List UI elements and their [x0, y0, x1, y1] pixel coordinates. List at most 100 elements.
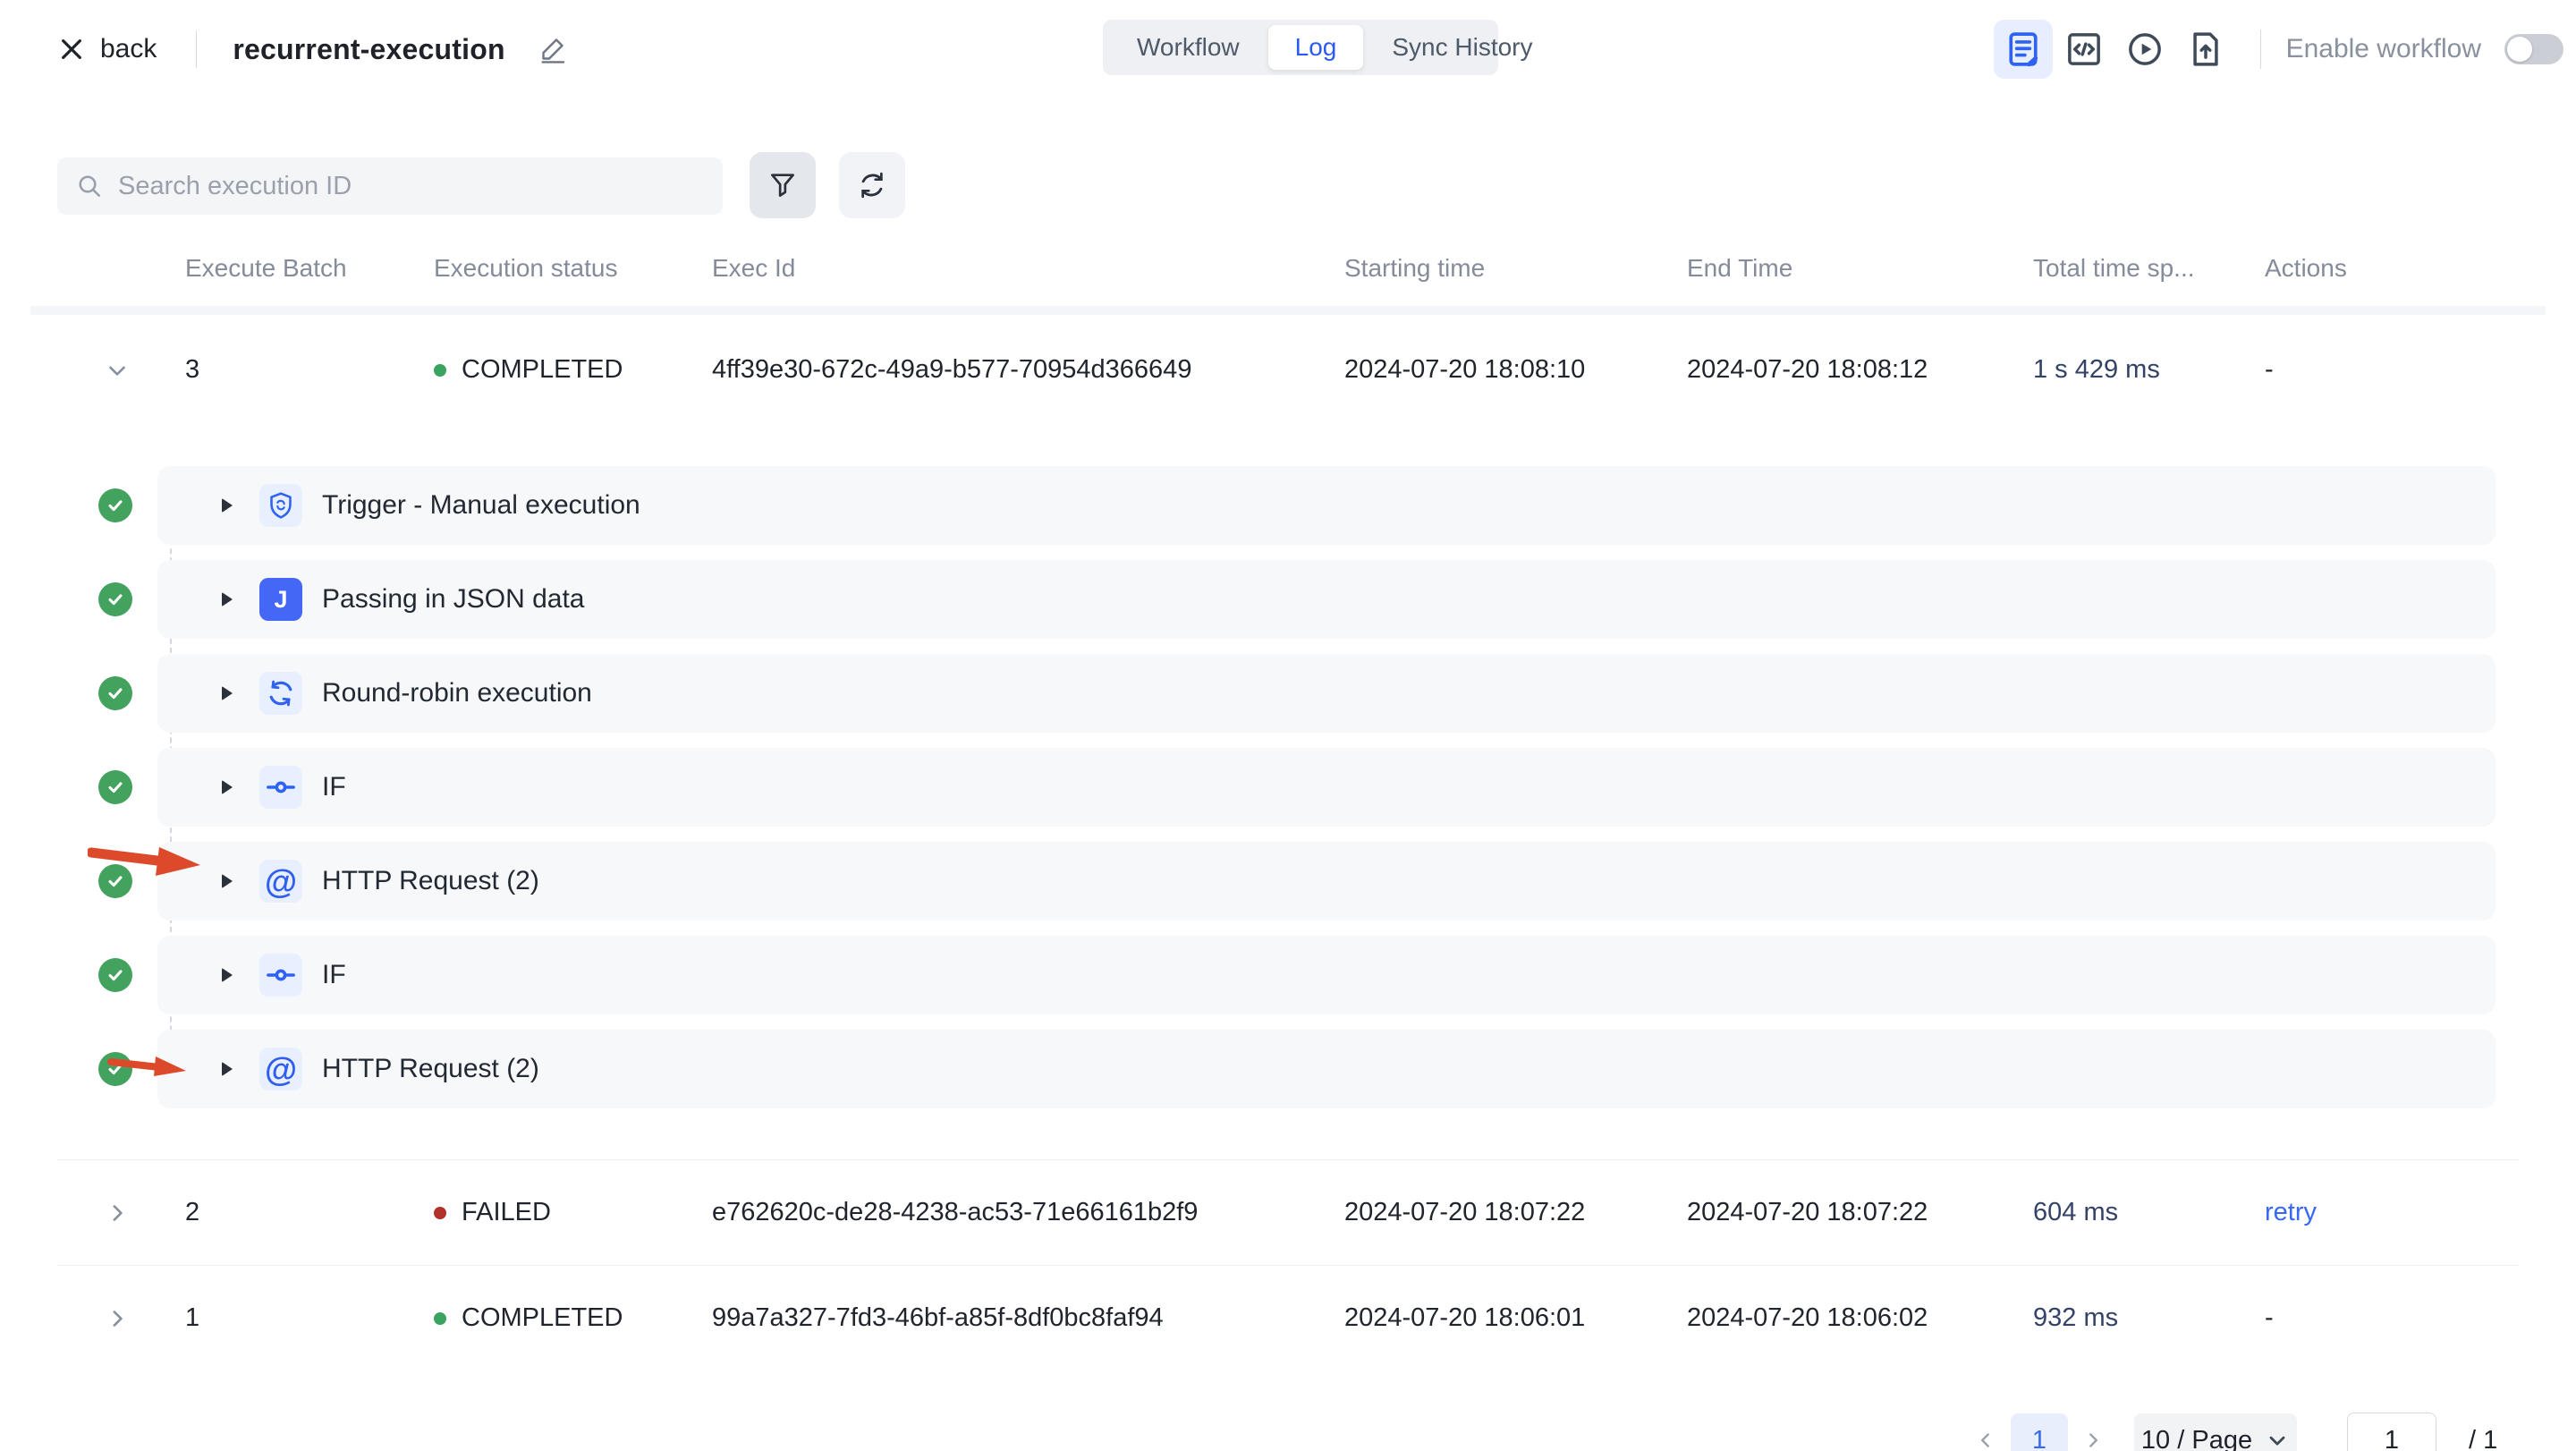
step-success-check — [98, 488, 132, 522]
caret-right-icon[interactable] — [222, 498, 233, 513]
row-action: - — [2265, 355, 2519, 385]
workflow-log-page: back recurrent-execution Workflow Log Sy… — [0, 0, 2576, 1451]
page-size-select[interactable]: 10 / Page — [2134, 1413, 2297, 1451]
code-icon — [2064, 30, 2104, 69]
check-icon — [106, 496, 125, 515]
filter-funnel-icon — [767, 170, 798, 200]
toggle-knob — [2507, 37, 2532, 62]
enable-workflow-toggle[interactable] — [2504, 34, 2563, 64]
run-button[interactable] — [2115, 20, 2174, 79]
shield-trigger-icon — [259, 484, 302, 527]
step-success-check — [98, 676, 132, 710]
divider — [2260, 30, 2261, 69]
chevron-right-icon[interactable] — [104, 1200, 131, 1226]
filter-button[interactable] — [750, 152, 816, 218]
tab-log[interactable]: Log — [1268, 25, 1364, 70]
rename-button[interactable] — [538, 34, 568, 64]
export-file-icon — [2186, 30, 2225, 69]
log-panel-button[interactable] — [1994, 20, 2053, 79]
caret-right-icon[interactable] — [222, 968, 233, 982]
step-row-round-robin[interactable]: Round-robin execution — [157, 654, 2496, 733]
refresh-icon — [856, 169, 888, 201]
total-pages-label: / 1 — [2469, 1426, 2497, 1451]
page-number-1[interactable]: 1 — [2011, 1413, 2068, 1451]
step-success-check — [98, 770, 132, 804]
status-dot-completed — [434, 364, 446, 377]
step-label: IF — [322, 772, 346, 802]
enable-workflow-label: Enable workflow — [2286, 34, 2481, 64]
check-icon — [106, 590, 125, 609]
annotation-arrow — [107, 1048, 190, 1083]
caret-right-icon[interactable] — [222, 686, 233, 700]
tab-workflow[interactable]: Workflow — [1108, 25, 1268, 70]
top-bar: back recurrent-execution Workflow Log Sy… — [0, 0, 2576, 98]
exec-id: 4ff39e30-672c-49a9-b577-70954d366649 — [712, 355, 1344, 385]
export-button[interactable] — [2176, 20, 2235, 79]
step-label: HTTP Request (2) — [322, 866, 539, 896]
status-dot-completed — [434, 1312, 446, 1325]
col-end-time: End Time — [1687, 254, 2033, 283]
annotation-arrow — [88, 836, 204, 888]
step-label: Round-robin execution — [322, 678, 592, 709]
divider — [196, 30, 197, 68]
next-page-button[interactable] — [2075, 1429, 2111, 1451]
refresh-button[interactable] — [839, 152, 905, 218]
end-time: 2024-07-20 18:08:12 — [1687, 355, 2033, 385]
back-button[interactable]: back — [57, 34, 157, 64]
step-row-http-request[interactable]: @ HTTP Request (2) — [157, 1030, 2496, 1108]
caret-right-icon[interactable] — [222, 780, 233, 794]
starting-time: 2024-07-20 18:08:10 — [1344, 355, 1687, 385]
step-success-check — [98, 958, 132, 992]
check-icon — [106, 965, 125, 985]
step-label: Trigger - Manual execution — [322, 490, 640, 521]
col-execution-status: Execution status — [434, 254, 712, 283]
caret-right-icon[interactable] — [222, 874, 233, 888]
code-view-button[interactable] — [2055, 20, 2114, 79]
check-icon — [106, 683, 125, 703]
chevron-right-icon[interactable] — [104, 1305, 131, 1332]
col-exec-id: Exec Id — [712, 254, 1344, 283]
http-request-icon: @ — [259, 860, 302, 903]
step-label: IF — [322, 960, 346, 990]
end-time: 2024-07-20 18:07:22 — [1687, 1198, 2033, 1227]
table-row[interactable]: 2 FAILED e762620c-de28-4238-ac53-71e6616… — [57, 1159, 2519, 1265]
header-separator — [30, 306, 2546, 315]
step-success-check — [98, 582, 132, 616]
tab-sync-history[interactable]: Sync History — [1363, 25, 1561, 70]
status-dot-failed — [434, 1207, 446, 1219]
col-total-time: Total time sp... — [2033, 254, 2265, 283]
end-time: 2024-07-20 18:06:02 — [1687, 1303, 2033, 1333]
page-title: recurrent-execution — [233, 33, 504, 66]
step-row-json[interactable]: J Passing in JSON data — [157, 560, 2496, 639]
edit-pencil-icon — [538, 34, 568, 64]
retry-link[interactable]: retry — [2265, 1198, 2317, 1226]
col-execute-batch: Execute Batch — [185, 254, 434, 283]
status-label: COMPLETED — [462, 355, 623, 385]
status-label: COMPLETED — [462, 1303, 623, 1333]
caret-right-icon[interactable] — [222, 592, 233, 607]
http-request-icon: @ — [259, 1048, 302, 1090]
search-input[interactable] — [118, 172, 691, 201]
table-row[interactable]: 1 COMPLETED 99a7a327-7fd3-46bf-a85f-8df0… — [57, 1265, 2519, 1370]
status-label: FAILED — [462, 1198, 551, 1227]
caret-right-icon[interactable] — [222, 1062, 233, 1076]
step-row-if[interactable]: IF — [157, 936, 2496, 1014]
prev-page-button[interactable] — [1968, 1429, 2004, 1451]
step-row-if[interactable]: IF — [157, 748, 2496, 827]
if-branch-icon — [259, 766, 302, 809]
step-row-trigger[interactable]: Trigger - Manual execution — [157, 466, 2496, 545]
page-jump-input[interactable] — [2347, 1413, 2436, 1451]
chevron-right-icon — [2081, 1429, 2105, 1451]
exec-id: e762620c-de28-4238-ac53-71e66161b2f9 — [712, 1198, 1344, 1227]
table-row[interactable]: 3 COMPLETED 4ff39e30-672c-49a9-b577-7095… — [57, 315, 2519, 425]
row-action: - — [2265, 1303, 2519, 1333]
starting-time: 2024-07-20 18:06:01 — [1344, 1303, 1687, 1333]
col-actions: Actions — [2265, 254, 2519, 283]
if-branch-icon — [259, 954, 302, 997]
step-row-http-request[interactable]: @ HTTP Request (2) — [157, 842, 2496, 921]
pagination: 1 10 / Page / 1 — [1968, 1412, 2497, 1451]
exec-id: 99a7a327-7fd3-46bf-a85f-8df0bc8faf94 — [712, 1303, 1344, 1333]
chevron-left-icon — [1974, 1429, 1997, 1451]
col-starting-time: Starting time — [1344, 254, 1687, 283]
chevron-down-icon[interactable] — [104, 357, 131, 384]
